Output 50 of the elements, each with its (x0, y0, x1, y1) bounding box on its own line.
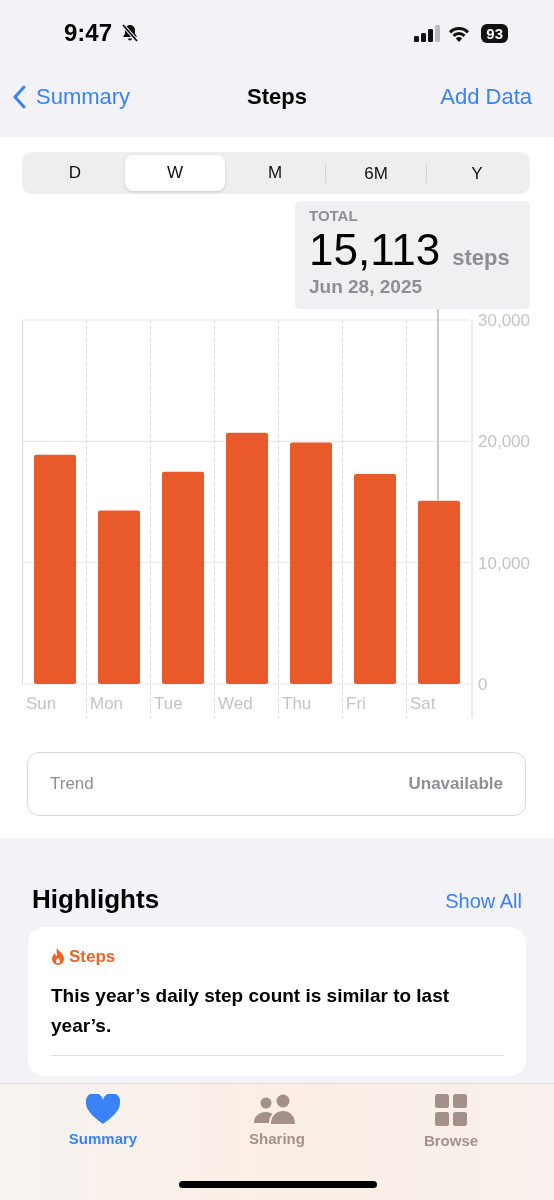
trend-row[interactable]: Trend Unavailable (27, 752, 526, 816)
back-button[interactable]: Summary (12, 83, 131, 110)
tooltip-value: 15,113 (309, 226, 441, 274)
bar[interactable] (162, 471, 204, 684)
bell-slash-icon (120, 23, 141, 43)
tooltip-date: Jun 28, 2025 (309, 276, 423, 298)
battery-indicator: 93 (481, 23, 508, 43)
highlight-text: This year’s daily step count is similar to last year’s. (51, 984, 451, 1038)
day-label: Sun (26, 694, 57, 713)
tab-bar-item[interactable]: Summary (16, 1084, 190, 1147)
axis-label: 0 (478, 675, 488, 694)
bar[interactable] (98, 510, 140, 684)
tooltip-label: TOTAL (309, 207, 358, 224)
period-tab[interactable]: Y (426, 163, 527, 183)
bar[interactable] (290, 442, 332, 684)
heart-icon (86, 1094, 120, 1124)
chevron-left-icon (12, 84, 26, 109)
show-all-link[interactable]: Show All (445, 890, 522, 913)
card-category: Steps (69, 947, 116, 967)
signal-icon (414, 24, 442, 42)
grid-icon (435, 1094, 467, 1126)
period-tab[interactable]: M (225, 155, 325, 191)
bar[interactable] (418, 500, 460, 684)
section-title: Highlights (32, 884, 160, 915)
period-tab[interactable]: D (25, 155, 125, 191)
axis-label: 10,000 (478, 553, 530, 573)
day-label: Sat (410, 694, 436, 713)
tooltip-unit: steps (452, 245, 510, 271)
day-label: Tue (154, 694, 183, 713)
page-title: Steps (246, 83, 308, 110)
add-data-button[interactable]: Add Data (440, 83, 532, 110)
bar[interactable] (226, 432, 268, 684)
tab-bar-item[interactable]: Browse (364, 1084, 538, 1149)
status-time: 9:47 (64, 19, 113, 47)
flame-icon (51, 948, 65, 966)
trend-value: Unavailable (408, 774, 503, 794)
bar[interactable] (354, 474, 396, 684)
axis-label: 30,000 (478, 311, 530, 330)
day-label: Thu (282, 694, 312, 713)
period-tab[interactable]: 6M (325, 163, 426, 183)
axis-label: 20,000 (478, 432, 530, 452)
tab-bar-item[interactable]: Sharing (190, 1084, 364, 1147)
day-label: Wed (218, 694, 253, 713)
day-label: Fri (346, 694, 366, 713)
wifi-icon (447, 24, 472, 42)
bar[interactable] (34, 454, 76, 684)
day-label: Mon (90, 694, 124, 713)
period-tab[interactable]: W (125, 155, 225, 191)
highlight-card[interactable]: Steps This year’s daily step count is similar to last year’s. (28, 927, 526, 1076)
trend-label: Trend (50, 774, 94, 794)
